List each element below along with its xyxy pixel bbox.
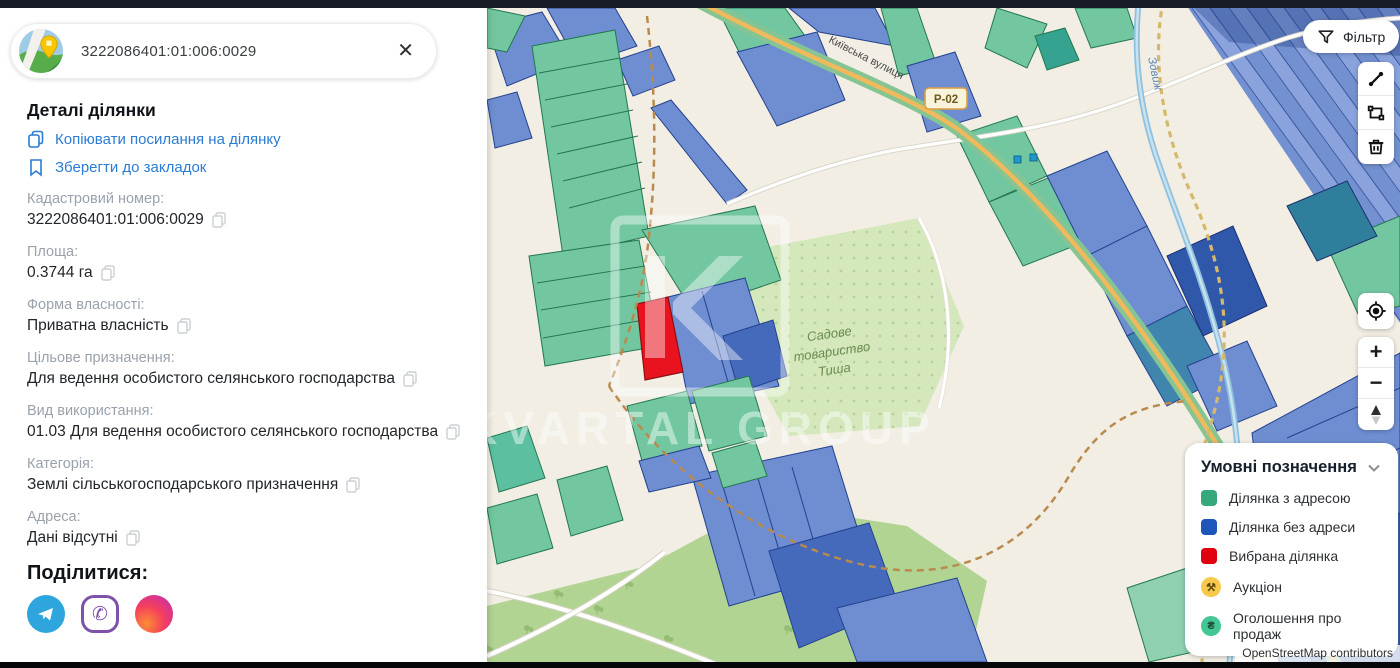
top-bar	[0, 0, 1400, 8]
svg-text:Р-02: Р-02	[934, 94, 958, 106]
search-input[interactable]: 3222086401:01:006:0029	[81, 43, 393, 60]
copy-value-icon[interactable]	[346, 477, 360, 493]
share-telegram-button[interactable]	[27, 595, 65, 633]
auction-icon: ⚒	[1201, 577, 1221, 597]
copy-value-icon[interactable]	[126, 530, 140, 546]
close-icon[interactable]: ✕	[393, 37, 418, 65]
bookmark-label: Зберегти до закладок	[55, 159, 206, 176]
copy-value-icon[interactable]	[446, 424, 460, 440]
field-cadastral-number: Кадастровий номер: 3222086401:01:006:002…	[27, 191, 463, 229]
trash-icon	[1366, 137, 1386, 157]
delete-button[interactable]	[1358, 130, 1394, 164]
measure-distance-button[interactable]	[1358, 62, 1394, 96]
field-ownership: Форма власності: Приватна власність	[27, 297, 463, 335]
filter-icon	[1317, 28, 1335, 46]
zoom-out-button[interactable]: −	[1358, 368, 1394, 399]
share-instagram-button[interactable]	[135, 595, 173, 633]
legend-item-auction: ⚒ Аукціон	[1201, 577, 1382, 597]
field-purpose: Цільове призначення: Для ведення особист…	[27, 350, 463, 388]
bookmark-icon	[27, 158, 45, 177]
filter-label: Фільтр	[1343, 29, 1385, 45]
zoom-control: + −	[1358, 337, 1394, 430]
copy-value-icon[interactable]	[403, 371, 417, 387]
red-swatch	[1201, 548, 1217, 564]
measure-area-button[interactable]	[1358, 96, 1394, 130]
legend-title: Умовні позначення	[1201, 458, 1357, 477]
copy-value-icon[interactable]	[177, 318, 191, 334]
viber-icon: ✆	[92, 603, 108, 626]
blue-swatch	[1201, 519, 1217, 535]
compass-button[interactable]	[1358, 399, 1394, 430]
compass-icon	[1367, 403, 1385, 427]
field-category: Категорія: Землі сільськогосподарського …	[27, 456, 463, 494]
locate-button[interactable]	[1358, 293, 1394, 329]
legend-panel: Умовні позначення Ділянка з адресою Діля…	[1185, 443, 1398, 656]
field-area: Площа: 0.3744 га	[27, 244, 463, 282]
field-use-type: Вид використання: 01.03 Для ведення особ…	[27, 403, 463, 441]
measure-distance-icon	[1366, 69, 1386, 89]
green-swatch	[1201, 490, 1217, 506]
parcel-fields: Кадастровий номер: 3222086401:01:006:002…	[27, 191, 463, 547]
copy-link-button[interactable]: Копіювати посилання на ділянку	[27, 130, 463, 149]
copy-link-label: Копіювати посилання на ділянку	[55, 131, 281, 148]
copy-link-icon	[27, 130, 45, 149]
locate-icon	[1365, 300, 1387, 322]
legend-item-selected: Вибрана ділянка	[1201, 548, 1382, 564]
hryvnia-icon: ₴	[1201, 616, 1221, 636]
watermark-text: KVARTAL GROUP	[487, 402, 936, 454]
field-address: Адреса: Дані відсутні	[27, 509, 463, 547]
osm-attribution[interactable]: OpenStreetMap contributors	[1235, 645, 1400, 662]
share-buttons: ✆	[27, 595, 463, 633]
bookmark-button[interactable]: Зберегти до закладок	[27, 158, 463, 177]
details-sidebar: 3222086401:01:006:0029 ✕ Деталі ділянки …	[0, 8, 487, 662]
filter-button[interactable]: Фільтр	[1303, 20, 1399, 53]
bottom-bar	[0, 662, 1400, 668]
share-title: Поділитися:	[27, 562, 463, 585]
share-viber-button[interactable]: ✆	[81, 595, 119, 633]
copy-value-icon[interactable]	[101, 265, 115, 281]
chevron-down-icon[interactable]	[1366, 460, 1382, 476]
page-title: Деталі ділянки	[27, 100, 463, 121]
app-logo-icon	[19, 29, 63, 73]
legend-item-sale: ₴ Оголошення про продаж	[1201, 610, 1382, 642]
copy-value-icon[interactable]	[212, 212, 226, 228]
legend-item-with-address: Ділянка з адресою	[1201, 490, 1382, 506]
search-bar[interactable]: 3222086401:01:006:0029 ✕	[10, 23, 437, 79]
map-toolbar	[1358, 62, 1394, 164]
zoom-in-button[interactable]: +	[1358, 337, 1394, 368]
telegram-icon	[36, 604, 56, 624]
measure-area-icon	[1366, 103, 1386, 123]
road-ref-badge: Р-02	[925, 88, 967, 109]
legend-item-no-address: Ділянка без адреси	[1201, 519, 1382, 535]
